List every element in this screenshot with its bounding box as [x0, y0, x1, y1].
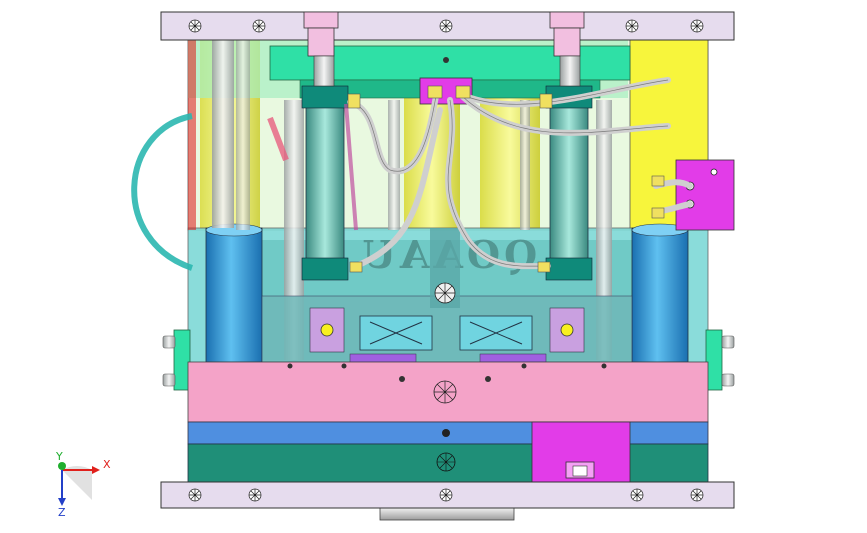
triad-z-label: Z — [58, 506, 66, 519]
left-purple-pad — [349, 353, 417, 363]
left-blue-cylinder — [205, 227, 263, 363]
right-hydraulic-pillar — [549, 103, 589, 265]
right-insert-block — [459, 315, 533, 351]
right-manifold-block — [675, 159, 735, 231]
left-insert-block — [359, 315, 433, 351]
triad-y-label: Y — [55, 450, 63, 463]
triad-x-label: X — [103, 458, 111, 471]
right-yellow-indicator — [560, 323, 574, 337]
teal-hose — [131, 113, 193, 271]
right-purple-pad — [479, 353, 547, 363]
sprue-bushing-icon — [434, 282, 456, 304]
base-foot — [379, 507, 515, 521]
right-side-lug — [705, 329, 723, 391]
pink-plate-ejector-icon — [433, 380, 457, 404]
coordinate-triad: X Y Z — [55, 450, 111, 519]
cad-viewport[interactable]: QOAAU — [0, 0, 867, 533]
ejector-box-slot-inner — [572, 465, 588, 477]
right-blue-cylinder — [631, 227, 689, 363]
red-strip-upper — [188, 40, 196, 230]
blue-plate-hole — [442, 429, 450, 437]
top-manifold-screw — [443, 57, 449, 63]
teal-plate-ejector-icon — [436, 452, 456, 472]
left-yellow-indicator — [320, 323, 334, 337]
left-hydraulic-pillar — [305, 103, 345, 265]
